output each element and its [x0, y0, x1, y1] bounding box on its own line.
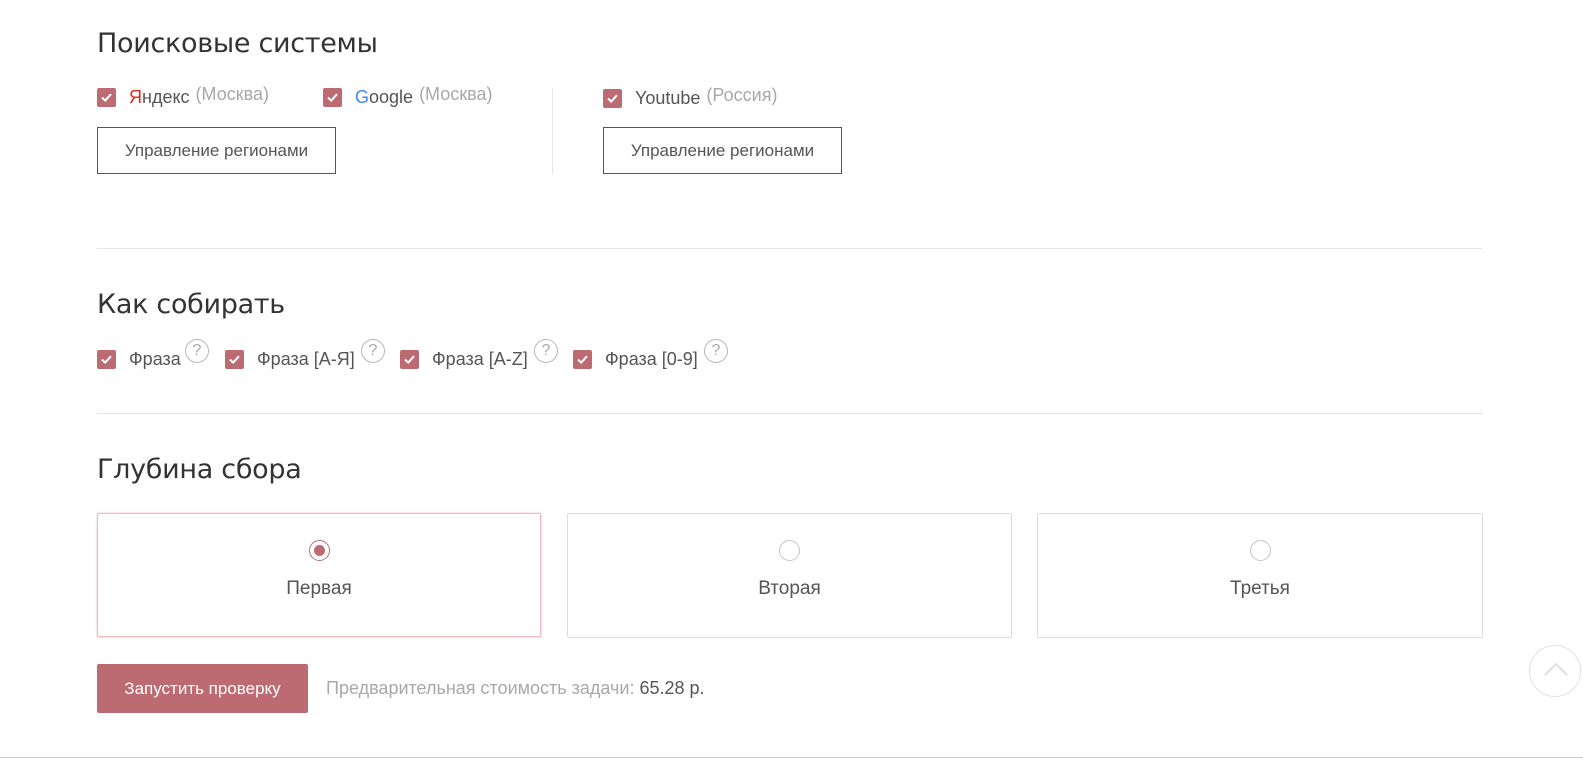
check-icon[interactable] [573, 350, 592, 369]
depth-option-second[interactable]: Вторая [567, 513, 1012, 638]
depth-option-first[interactable]: Первая [97, 513, 541, 637]
depth-option-label: Вторая [758, 578, 821, 599]
checkbox-phrase-cyrillic[interactable]: Фраза [А-Я] [225, 349, 355, 370]
section-title-search-engines: Поисковые системы [97, 28, 378, 59]
help-icon[interactable]: ? [361, 339, 385, 363]
help-icon[interactable]: ? [185, 339, 209, 363]
youtube-label: Youtube [635, 88, 701, 108]
checkbox-yandex[interactable]: Яндекс (Москва) [97, 84, 269, 108]
help-icon[interactable]: ? [704, 339, 728, 363]
section-title-how-to-collect: Как собирать [97, 289, 285, 320]
phrase-digits-label: Фраза [0-9] [605, 349, 698, 369]
google-region: (Москва) [419, 84, 493, 104]
depth-option-label: Третья [1230, 578, 1290, 599]
cost-value: 65.28 р. [639, 678, 705, 698]
help-icon[interactable]: ? [534, 339, 558, 363]
section-title-depth: Глубина сбора [97, 454, 302, 485]
radio-icon[interactable] [309, 540, 330, 561]
radio-icon[interactable] [1250, 540, 1271, 561]
depth-option-label: Первая [286, 578, 352, 599]
radio-icon[interactable] [779, 540, 800, 561]
check-icon[interactable] [603, 89, 622, 108]
check-icon[interactable] [225, 350, 244, 369]
check-icon[interactable] [400, 350, 419, 369]
checkbox-google[interactable]: Google (Москва) [323, 84, 493, 108]
page-bottom-border [0, 757, 1583, 758]
phrase-cyrillic-label: Фраза [А-Я] [257, 349, 355, 369]
checkbox-youtube[interactable]: Youtube (Россия) [603, 85, 778, 109]
youtube-region: (Россия) [706, 85, 778, 105]
checkbox-phrase[interactable]: Фраза [97, 349, 181, 370]
check-icon[interactable] [97, 88, 116, 107]
estimated-cost: Предварительная стоимость задачи: 65.28 … [326, 678, 705, 699]
run-check-button[interactable]: Запустить проверку [97, 664, 308, 713]
manage-regions-button[interactable]: Управление регионами [97, 127, 336, 174]
scroll-to-top-button[interactable] [1529, 645, 1581, 697]
depth-option-third[interactable]: Третья [1037, 513, 1483, 638]
checkbox-phrase-latin[interactable]: Фраза [A-Z] [400, 349, 528, 370]
checkbox-phrase-digits[interactable]: Фраза [0-9] [573, 349, 698, 370]
check-icon[interactable] [97, 350, 116, 369]
check-icon[interactable] [323, 88, 342, 107]
section-divider [97, 413, 1483, 414]
manage-regions-youtube-button[interactable]: Управление регионами [603, 127, 842, 174]
chevron-up-icon [1544, 662, 1568, 676]
phrase-label: Фраза [129, 349, 181, 369]
yandex-label: Яндекс [129, 87, 190, 107]
google-label: Google [355, 87, 414, 107]
section-divider [97, 248, 1483, 249]
yandex-region: (Москва) [195, 84, 269, 104]
phrase-latin-label: Фраза [A-Z] [432, 349, 528, 369]
cost-label: Предварительная стоимость задачи: [326, 678, 635, 698]
vertical-divider [552, 88, 553, 174]
